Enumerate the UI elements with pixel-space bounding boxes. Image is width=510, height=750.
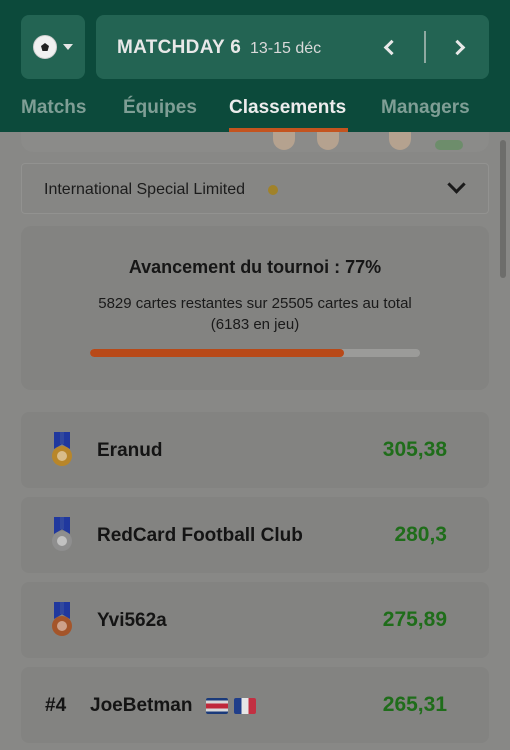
player-name-with-flags: JoeBetman	[90, 695, 256, 717]
player-name: Eranud	[97, 440, 163, 461]
ranking-row-2[interactable]: RedCard Football Club 280,3	[21, 497, 489, 573]
player-name: RedCard Football Club	[97, 525, 303, 546]
chevron-down-icon	[447, 175, 466, 194]
cards-in-play-text: (6183 en jeu)	[210, 316, 300, 333]
scrollbar-thumb[interactable]	[500, 140, 506, 278]
previous-matchday-button[interactable]	[379, 35, 403, 59]
ranking-row-1[interactable]: Eranud 305,38	[21, 412, 489, 488]
costa-rica-flag-icon	[205, 697, 228, 714]
france-flag-icon	[233, 697, 256, 714]
tournament-progress-card: Avancement du tournoi : 77% 5829 cartes …	[21, 226, 489, 390]
matchday-title: MATCHDAY 6	[117, 37, 242, 58]
progress-title: Avancement du tournoi : 77%	[128, 257, 382, 277]
progress-bar	[90, 349, 420, 357]
tab-equipes[interactable]: Équipes	[123, 97, 197, 119]
league-status-dot	[268, 185, 278, 195]
progress-bar-fill	[90, 349, 345, 357]
player-name: JoeBetman	[90, 695, 193, 716]
chevron-right-icon	[449, 39, 465, 55]
top-header: MATCHDAY 6 13-15 déc Matchs Équipes Clas…	[0, 0, 510, 132]
rank-number: #4	[45, 695, 67, 716]
next-matchday-button[interactable]	[445, 35, 469, 59]
divider	[424, 31, 426, 63]
player-score: 265,31	[382, 693, 447, 716]
tab-managers[interactable]: Managers	[381, 97, 470, 119]
sport-selector-button[interactable]	[21, 15, 85, 79]
tab-classements[interactable]: Classements	[229, 97, 346, 119]
player-name: Yvi562a	[97, 610, 167, 631]
player-score: 280,3	[394, 523, 447, 546]
soccer-ball-icon	[33, 35, 57, 59]
ranking-row-4[interactable]: #4 JoeBetman 265,31	[21, 667, 489, 743]
matchday-selector: MATCHDAY 6 13-15 déc	[96, 15, 489, 79]
matchday-dates: 13-15 déc	[250, 40, 322, 57]
ranking-row-3[interactable]: Yvi562a 275,89	[21, 582, 489, 658]
player-score: 275,89	[382, 608, 447, 631]
bronze-medal-icon	[52, 602, 72, 638]
league-dropdown[interactable]: International Special Limited	[21, 163, 489, 214]
banner-image	[21, 132, 489, 152]
tab-matchs[interactable]: Matchs	[21, 97, 86, 119]
gold-medal-icon	[52, 432, 72, 468]
player-score: 305,38	[382, 438, 447, 461]
league-name: International Special Limited	[44, 181, 246, 198]
cards-remaining-text: 5829 cartes restantes sur 25505 cartes a…	[98, 295, 412, 312]
silver-medal-icon	[52, 517, 72, 553]
caret-down-icon	[63, 44, 73, 50]
chevron-left-icon	[383, 39, 399, 55]
tab-bar: Matchs Équipes Classements Managers	[0, 92, 510, 132]
progress-description: 5829 cartes restantes sur 25505 cartes a…	[21, 293, 489, 335]
